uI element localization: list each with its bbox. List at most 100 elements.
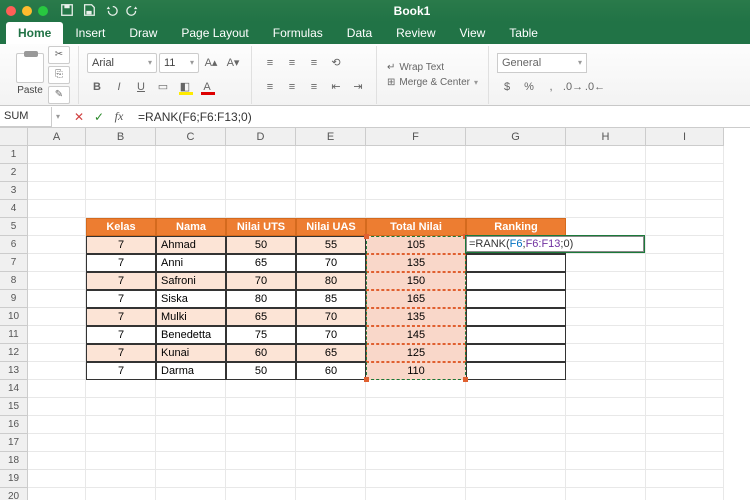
cell[interactable]: 7 [86,290,156,308]
row-header[interactable]: 3 [0,182,28,200]
cell[interactable]: Darma [156,362,226,380]
cell[interactable] [646,308,724,326]
row-header[interactable]: 18 [0,452,28,470]
cut-button[interactable]: ✂ [48,46,70,64]
cell[interactable] [156,146,226,164]
cell[interactable] [566,416,646,434]
row-header[interactable]: 6 [0,236,28,254]
cell[interactable] [466,182,566,200]
cell[interactable] [366,470,466,488]
cell[interactable]: 75 [226,326,296,344]
minimize-window-button[interactable] [22,6,32,16]
cell[interactable] [566,470,646,488]
cell[interactable] [226,200,296,218]
font-color-button[interactable]: A [197,77,217,97]
align-top-button[interactable]: ≡ [260,53,280,73]
cell[interactable]: Nama [156,218,226,236]
cell[interactable] [466,344,566,362]
cell[interactable] [566,380,646,398]
cell[interactable] [296,416,366,434]
close-window-button[interactable] [6,6,16,16]
tab-draw[interactable]: Draw [117,22,169,44]
cell[interactable]: Benedetta [156,326,226,344]
cell[interactable] [646,182,724,200]
comma-button[interactable]: , [541,77,561,97]
cell[interactable]: 65 [226,308,296,326]
cell[interactable] [646,434,724,452]
cell[interactable] [156,452,226,470]
cell[interactable] [646,470,724,488]
cell[interactable] [466,326,566,344]
tab-review[interactable]: Review [384,22,447,44]
column-header[interactable]: E [296,128,366,146]
cell[interactable]: Anni [156,254,226,272]
decrease-decimal-button[interactable]: .0← [585,77,605,97]
cell[interactable] [296,452,366,470]
tab-formulas[interactable]: Formulas [261,22,335,44]
cell[interactable]: 70 [226,272,296,290]
cell[interactable] [466,434,566,452]
cell[interactable] [296,200,366,218]
percent-button[interactable]: % [519,77,539,97]
cell[interactable] [646,452,724,470]
cell[interactable] [28,416,86,434]
cell[interactable] [28,308,86,326]
cell[interactable]: 7 [86,362,156,380]
align-bottom-button[interactable]: ≡ [304,53,324,73]
cell[interactable] [366,380,466,398]
cell[interactable] [86,398,156,416]
align-center-button[interactable]: ≡ [282,77,302,97]
cell[interactable]: 7 [86,344,156,362]
cell[interactable]: 65 [226,254,296,272]
merge-center-button[interactable]: ⊞Merge & Center▾ [385,76,480,89]
confirm-formula-button[interactable]: ✓ [90,108,108,126]
cell[interactable] [156,200,226,218]
cell[interactable] [566,146,646,164]
cell[interactable] [28,344,86,362]
cell[interactable] [646,416,724,434]
cell[interactable] [466,200,566,218]
cell[interactable]: Total Nilai [366,218,466,236]
cell[interactable] [646,344,724,362]
cell[interactable]: 150 [366,272,466,290]
cell[interactable] [466,272,566,290]
cell[interactable]: 70 [296,326,366,344]
cell[interactable] [296,164,366,182]
cell[interactable] [366,452,466,470]
paste-button[interactable]: Paste [16,53,44,96]
cell[interactable] [28,398,86,416]
cell[interactable]: 80 [226,290,296,308]
column-header[interactable]: A [28,128,86,146]
cell[interactable] [646,146,724,164]
cell[interactable]: Safroni [156,272,226,290]
cell[interactable] [86,416,156,434]
cell[interactable] [156,434,226,452]
cell[interactable] [646,362,724,380]
cell[interactable] [366,182,466,200]
column-header[interactable]: D [226,128,296,146]
cell[interactable] [466,470,566,488]
cell[interactable] [646,290,724,308]
fx-button[interactable]: fx [110,108,128,126]
tab-view[interactable]: View [448,22,498,44]
cell[interactable] [566,272,646,290]
align-middle-button[interactable]: ≡ [282,53,302,73]
cell[interactable] [86,452,156,470]
cell[interactable] [226,398,296,416]
cell[interactable] [466,416,566,434]
cell[interactable]: 50 [226,236,296,254]
cell[interactable]: 70 [296,254,366,272]
cell[interactable]: 55 [296,236,366,254]
cell[interactable] [226,380,296,398]
font-size-select[interactable]: 11▾ [159,53,199,73]
fill-color-button[interactable]: ◧ [175,77,195,97]
cell[interactable] [226,182,296,200]
row-header[interactable]: 8 [0,272,28,290]
cell[interactable] [86,164,156,182]
row-header[interactable]: 20 [0,488,28,500]
cell[interactable] [646,200,724,218]
cell[interactable] [466,290,566,308]
row-header[interactable]: 7 [0,254,28,272]
increase-indent-button[interactable]: ⇥ [348,77,368,97]
cell[interactable] [156,470,226,488]
